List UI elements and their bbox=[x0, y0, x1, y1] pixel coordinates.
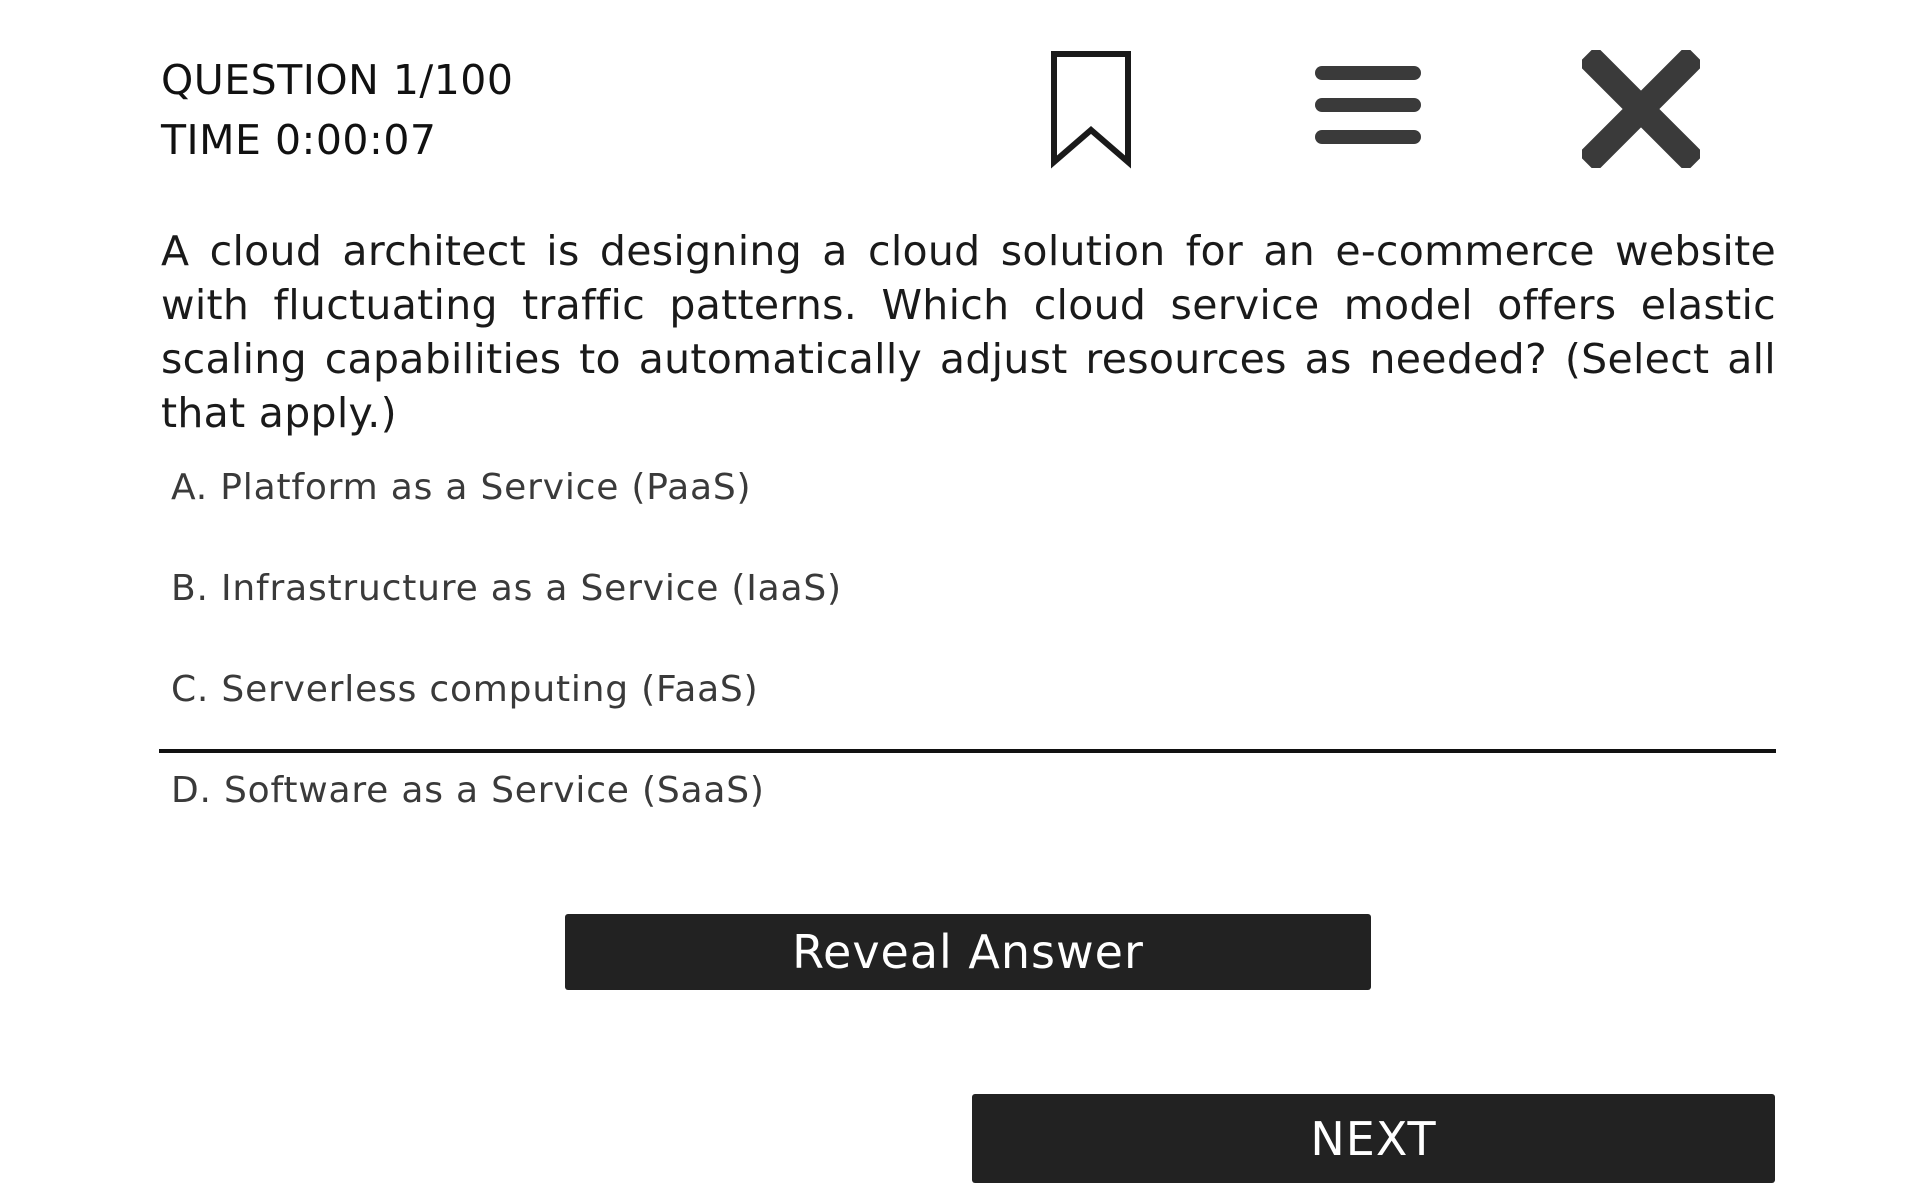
timer: TIME 0:00:07 bbox=[161, 116, 437, 164]
option-b[interactable]: B. Infrastructure as a Service (IaaS) bbox=[159, 551, 1776, 652]
option-c[interactable]: C. Serverless computing (FaaS) bbox=[159, 652, 1776, 753]
close-icon bbox=[1577, 45, 1705, 173]
question-counter: QUESTION 1/100 bbox=[161, 56, 514, 104]
menu-button[interactable] bbox=[1313, 58, 1425, 156]
answer-options: A. Platform as a Service (PaaS) B. Infra… bbox=[159, 450, 1776, 854]
close-button[interactable] bbox=[1577, 45, 1705, 173]
bookmark-button[interactable] bbox=[1050, 50, 1136, 170]
question-text: A cloud architect is designing a cloud s… bbox=[161, 227, 1776, 437]
quiz-status: QUESTION 1/100 TIME 0:00:07 bbox=[161, 50, 513, 170]
hamburger-menu-icon bbox=[1315, 66, 1421, 144]
reveal-answer-button[interactable]: Reveal Answer bbox=[565, 914, 1371, 990]
bookmark-icon bbox=[1051, 51, 1131, 169]
option-d[interactable]: D. Software as a Service (SaaS) bbox=[159, 753, 1776, 854]
option-a[interactable]: A. Platform as a Service (PaaS) bbox=[159, 450, 1776, 551]
next-button[interactable]: NEXT bbox=[972, 1094, 1775, 1183]
